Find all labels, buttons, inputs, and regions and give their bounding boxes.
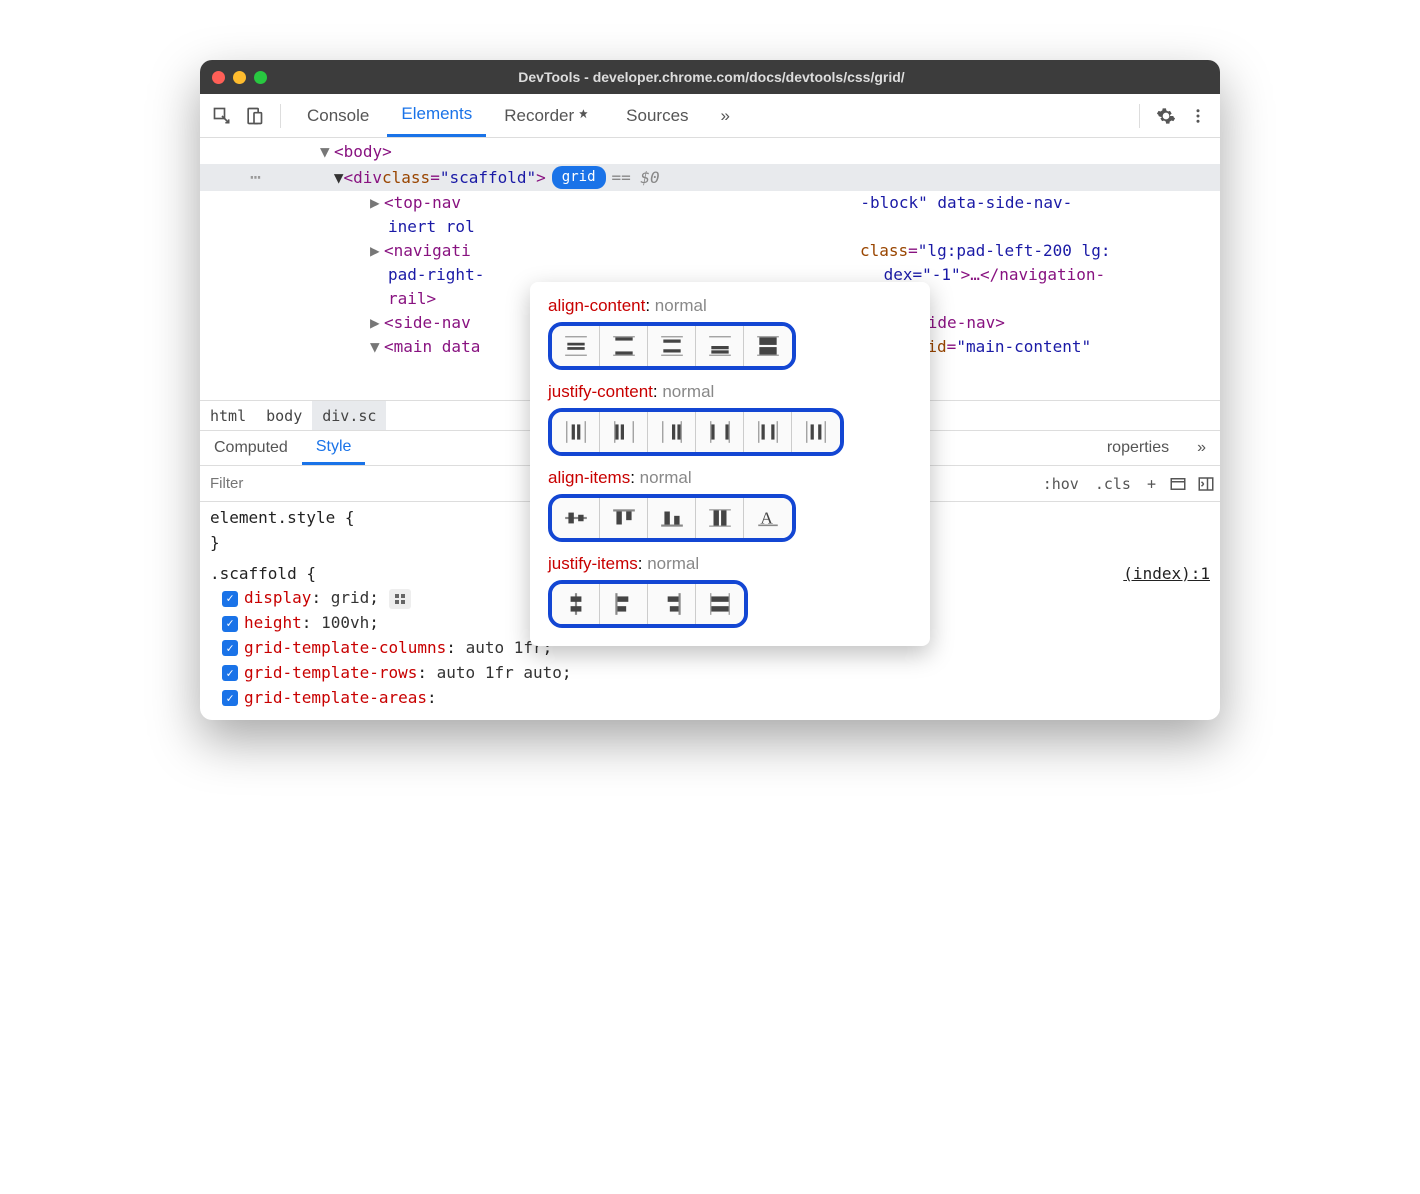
popover-row-align-items: align-items: normal A <box>548 468 912 542</box>
maximize-window-button[interactable] <box>254 71 267 84</box>
align-items-start-icon[interactable] <box>600 498 648 538</box>
ellipsis-icon[interactable]: ⋯ <box>250 164 262 191</box>
subtab-properties[interactable]: roperties <box>1093 431 1183 465</box>
align-content-center-icon[interactable] <box>552 326 600 366</box>
kebab-menu-icon[interactable] <box>1184 102 1212 130</box>
devtools-window: DevTools - developer.chrome.com/docs/dev… <box>200 60 1220 720</box>
toolbar-divider <box>280 104 281 128</box>
window-title: DevTools - developer.chrome.com/docs/dev… <box>275 69 1208 85</box>
justify-items-stretch-icon[interactable] <box>696 584 744 624</box>
computed-sidebar-icon[interactable] <box>1164 470 1192 498</box>
align-content-between-icon[interactable] <box>600 326 648 366</box>
subtab-computed[interactable]: Computed <box>200 431 302 465</box>
tabs-overflow[interactable]: » <box>707 94 744 137</box>
justify-content-center-icon[interactable] <box>552 412 600 452</box>
source-link[interactable]: (index):1 <box>1123 562 1210 587</box>
dom-node[interactable]: ▶<navigati class="lg:pad-left-200 lg: <box>200 239 1220 263</box>
popover-row-justify-items: justify-items: normal <box>548 554 912 628</box>
breadcrumb-item[interactable]: html <box>200 401 256 430</box>
justify-content-options <box>548 408 844 456</box>
settings-gear-icon[interactable] <box>1152 102 1180 130</box>
grid-alignment-popover: align-content: normal justify-content: n… <box>530 282 930 646</box>
align-items-center-icon[interactable] <box>552 498 600 538</box>
align-content-around-icon[interactable] <box>648 326 696 366</box>
minimize-window-button[interactable] <box>233 71 246 84</box>
new-rule-button[interactable]: + <box>1139 475 1164 493</box>
tab-elements[interactable]: Elements <box>387 94 486 137</box>
popover-row-justify-content: justify-content: normal <box>548 382 912 456</box>
decl-checkbox[interactable] <box>222 665 238 681</box>
justify-items-center-icon[interactable] <box>552 584 600 624</box>
align-content-options <box>548 322 796 370</box>
justify-items-start-icon[interactable] <box>600 584 648 624</box>
breadcrumb-item[interactable]: body <box>256 401 312 430</box>
toggle-sidebar-icon[interactable] <box>1192 470 1220 498</box>
toolbar-divider <box>1139 104 1140 128</box>
titlebar: DevTools - developer.chrome.com/docs/dev… <box>200 60 1220 94</box>
traffic-lights <box>212 71 267 84</box>
justify-items-options <box>548 580 748 628</box>
dom-node[interactable]: inert rol <box>200 215 1220 239</box>
justify-content-between-icon[interactable] <box>696 412 744 452</box>
tab-recorder[interactable]: Recorder <box>490 94 608 137</box>
main-toolbar: Console Elements Recorder Sources » <box>200 94 1220 138</box>
tab-sources[interactable]: Sources <box>612 94 702 137</box>
decl-checkbox[interactable] <box>222 616 238 632</box>
justify-content-start-icon[interactable] <box>600 412 648 452</box>
tab-console[interactable]: Console <box>293 94 383 137</box>
dom-node[interactable]: ▶<top-nav -block" data-side-nav- <box>200 191 1220 215</box>
grid-badge[interactable]: grid <box>552 166 606 189</box>
align-items-baseline-icon[interactable]: A <box>744 498 792 538</box>
align-items-end-icon[interactable] <box>648 498 696 538</box>
align-content-stretch-icon[interactable] <box>744 326 792 366</box>
decl-checkbox[interactable] <box>222 640 238 656</box>
align-content-end-icon[interactable] <box>696 326 744 366</box>
justify-content-end-icon[interactable] <box>648 412 696 452</box>
selector[interactable]: .scaffold { <box>210 562 316 587</box>
subtabs-overflow[interactable]: » <box>1183 431 1220 465</box>
decl-checkbox[interactable] <box>222 591 238 607</box>
device-toggle-icon[interactable] <box>240 102 268 130</box>
dom-node-selected[interactable]: ⋯ ▼ <div class="scaffold"> grid == $0 <box>200 164 1220 191</box>
css-declaration[interactable]: grid-template-areas: <box>210 686 1210 711</box>
decl-checkbox[interactable] <box>222 690 238 706</box>
css-declaration[interactable]: grid-template-rows: auto 1fr auto; <box>210 661 1210 686</box>
subtab-styles[interactable]: Style <box>302 431 366 465</box>
popover-row-align-content: align-content: normal <box>548 296 912 370</box>
dom-node[interactable]: ▼<body> <box>200 140 1220 164</box>
breadcrumb-item[interactable]: div.sc <box>312 401 386 430</box>
align-items-stretch-icon[interactable] <box>696 498 744 538</box>
close-window-button[interactable] <box>212 71 225 84</box>
hov-toggle[interactable]: :hov <box>1035 475 1087 493</box>
justify-items-end-icon[interactable] <box>648 584 696 624</box>
justify-content-around-icon[interactable] <box>744 412 792 452</box>
justify-content-evenly-icon[interactable] <box>792 412 840 452</box>
dollar-zero-label: == $0 <box>612 166 660 190</box>
grid-editor-icon[interactable] <box>389 589 411 609</box>
align-items-options: A <box>548 494 796 542</box>
cls-toggle[interactable]: .cls <box>1087 475 1139 493</box>
inspect-element-icon[interactable] <box>208 102 236 130</box>
